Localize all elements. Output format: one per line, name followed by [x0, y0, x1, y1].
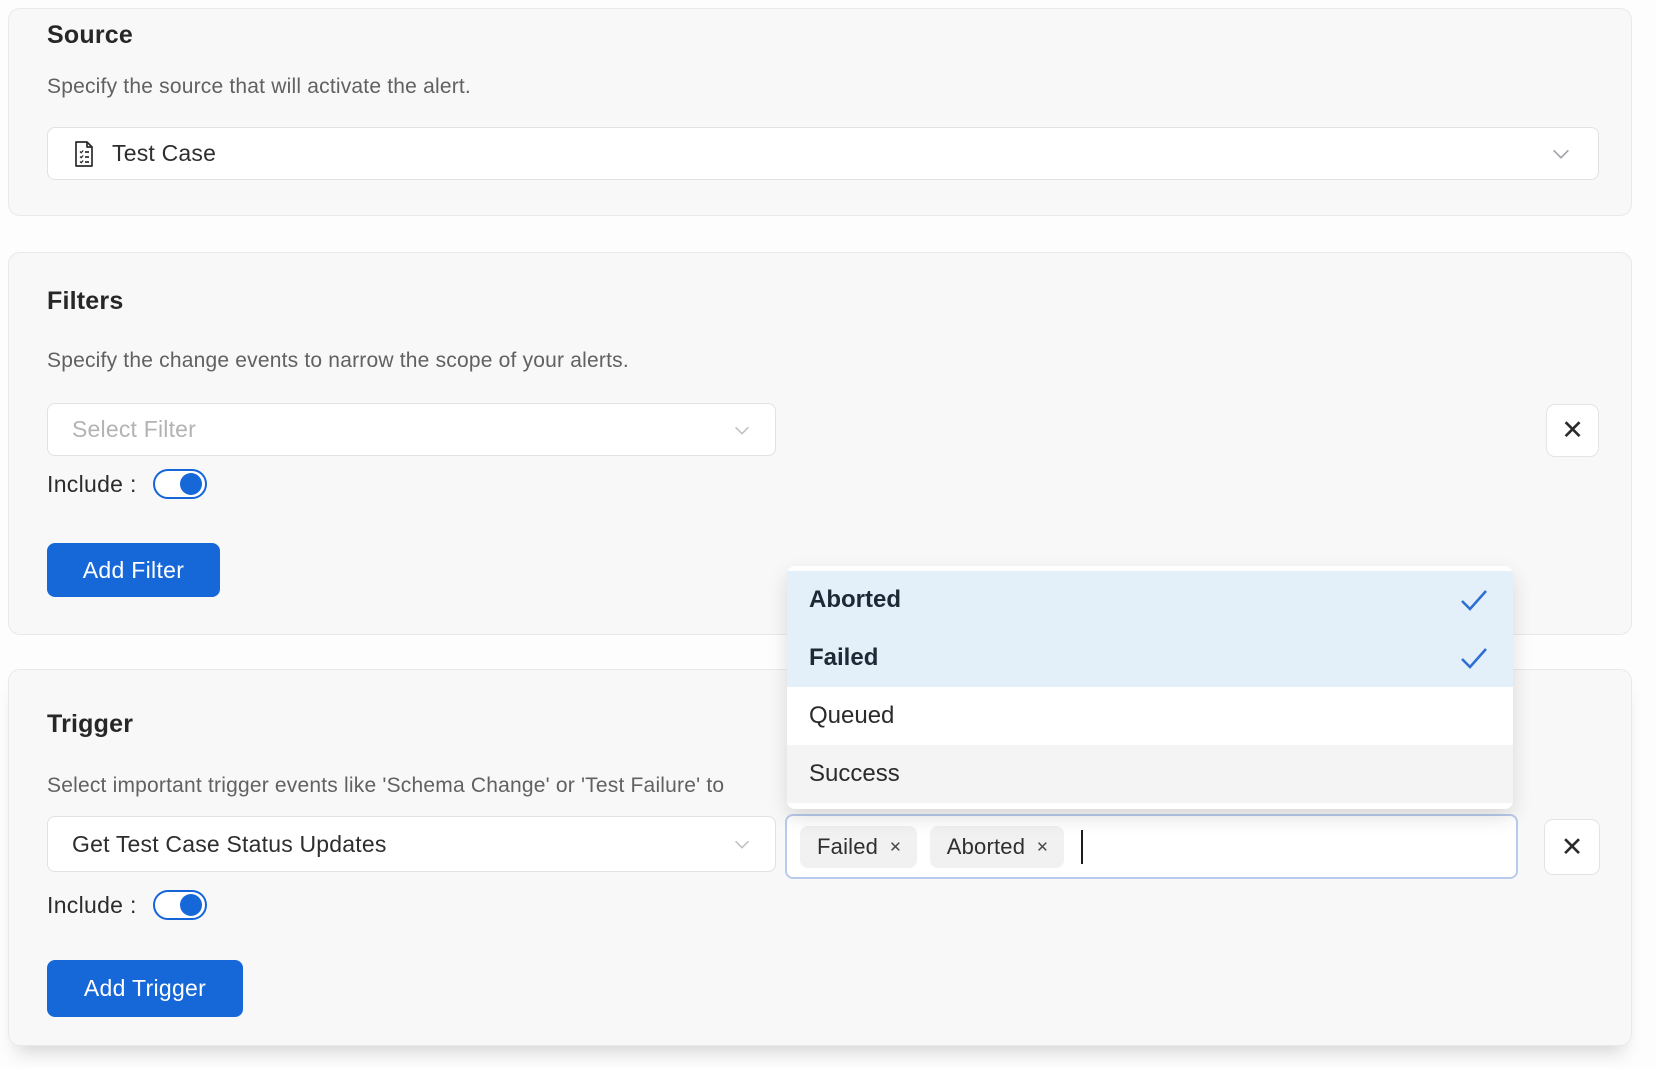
trigger-include-row: Include : — [47, 890, 207, 920]
source-select-value: Test Case — [112, 140, 216, 167]
filter-select-placeholder: Select Filter — [72, 416, 196, 443]
trigger-description: Select important trigger events like 'Sc… — [47, 774, 795, 798]
option-label: Aborted — [809, 586, 901, 614]
status-options-dropdown: Aborted Failed Queued Success — [787, 566, 1513, 809]
option-failed[interactable]: Failed — [787, 629, 1513, 687]
chevron-down-icon — [731, 833, 753, 855]
chevron-down-icon — [731, 419, 753, 441]
source-description: Specify the source that will activate th… — [47, 75, 471, 99]
text-cursor — [1081, 830, 1083, 864]
source-title: Source — [47, 21, 133, 50]
remove-trigger-button[interactable]: ✕ — [1544, 819, 1600, 875]
include-toggle[interactable] — [153, 890, 207, 920]
check-icon — [1459, 588, 1489, 612]
remove-filter-button[interactable]: ✕ — [1546, 404, 1599, 457]
alert-config-page: Source Specify the source that will acti… — [0, 0, 1656, 1068]
include-toggle[interactable] — [153, 469, 207, 499]
remove-tag-icon[interactable]: ✕ — [1036, 838, 1049, 856]
toggle-knob — [180, 894, 202, 916]
filters-title: Filters — [47, 287, 123, 316]
option-label: Failed — [809, 644, 878, 672]
option-success[interactable]: Success — [787, 745, 1513, 803]
filters-description: Specify the change events to narrow the … — [47, 349, 629, 373]
remove-tag-icon[interactable]: ✕ — [889, 838, 902, 856]
chevron-down-icon — [1550, 143, 1572, 165]
source-section: Source Specify the source that will acti… — [8, 8, 1632, 216]
test-case-document-icon — [72, 140, 96, 168]
selected-tag: Failed ✕ — [800, 826, 917, 868]
option-label: Success — [809, 760, 900, 788]
trigger-select-value: Get Test Case Status Updates — [72, 831, 387, 858]
option-aborted[interactable]: Aborted — [787, 571, 1513, 629]
add-filter-button[interactable]: Add Filter — [47, 543, 220, 597]
filter-select[interactable]: Select Filter — [47, 403, 776, 456]
toggle-knob — [180, 473, 202, 495]
add-trigger-button[interactable]: Add Trigger — [47, 960, 243, 1017]
selected-tag: Aborted ✕ — [930, 826, 1064, 868]
trigger-title: Trigger — [47, 710, 133, 739]
option-queued[interactable]: Queued — [787, 687, 1513, 745]
include-label: Include : — [47, 471, 137, 498]
include-label: Include : — [47, 892, 137, 919]
filter-include-row: Include : — [47, 469, 207, 499]
trigger-status-multiselect[interactable]: Failed ✕ Aborted ✕ — [785, 814, 1518, 879]
trigger-select[interactable]: Get Test Case Status Updates — [47, 816, 776, 872]
tag-label: Aborted — [947, 834, 1025, 860]
check-icon — [1459, 646, 1489, 670]
tag-label: Failed — [817, 834, 878, 860]
source-select[interactable]: Test Case — [47, 127, 1599, 180]
option-label: Queued — [809, 702, 894, 730]
